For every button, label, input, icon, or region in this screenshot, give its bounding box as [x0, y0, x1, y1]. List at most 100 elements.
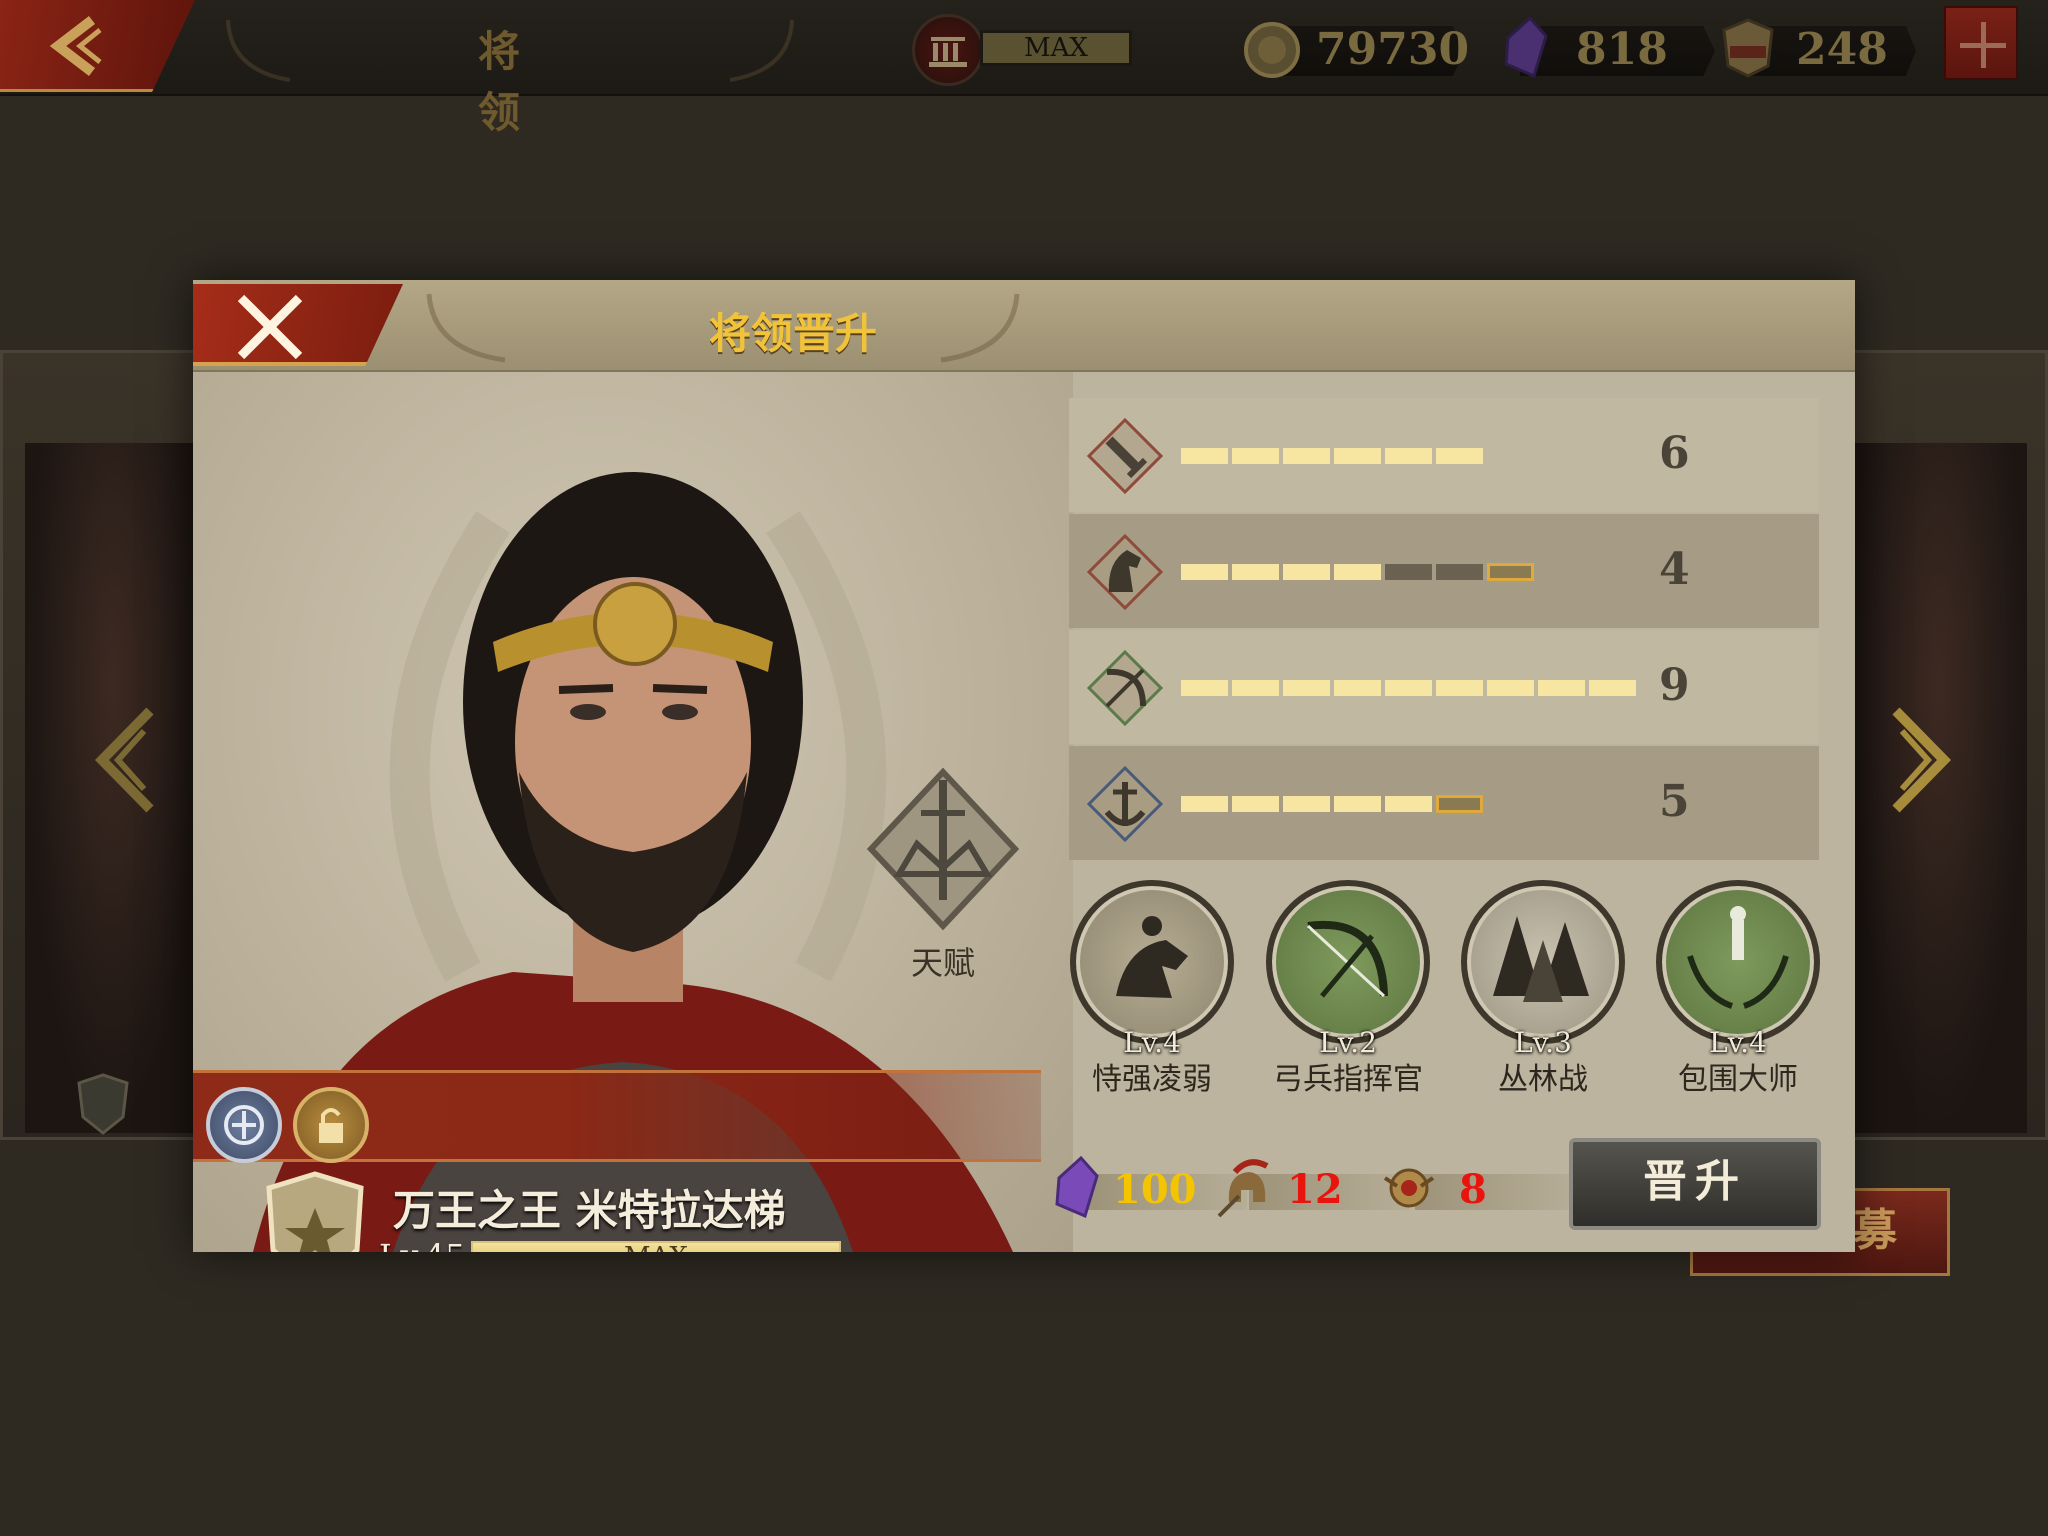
skill-name: 包围大师 [1678, 1062, 1798, 1097]
close-icon [237, 294, 303, 360]
cost-helmet: 12 [1213, 1159, 1409, 1220]
stat-segment [1385, 564, 1432, 580]
modal-header: 将领晋升 [193, 280, 1855, 372]
building-icon[interactable] [912, 14, 984, 86]
skill-name: 恃强凌弱 [1092, 1062, 1212, 1097]
skill-level: Lv.4 [1709, 1026, 1767, 1059]
cost-medal: 8 [1379, 1160, 1575, 1220]
gem-value: 818 [1576, 24, 1668, 75]
header-laurel-left-icon [426, 293, 506, 363]
back-button[interactable] [0, 0, 195, 92]
stat-segment [1385, 796, 1432, 812]
cost-gem: 100 [1051, 1156, 1247, 1220]
stat-segment [1538, 680, 1585, 696]
stat-row-cavalry: 4 [1069, 514, 1819, 628]
experience-bar: MAX [471, 1241, 841, 1252]
stat-value-navy: 5 [1659, 776, 1690, 827]
cavalry-charge-icon [1070, 880, 1234, 1044]
stat-segment [1385, 680, 1432, 696]
stat-row-archer: 9 [1069, 630, 1819, 744]
troop-stats-panel: 6 4 9 5 [1069, 398, 1819, 860]
stat-segment [1436, 680, 1483, 696]
cost-gem-value: 100 [1113, 1166, 1197, 1213]
talent-label: 天赋 [910, 944, 975, 982]
stat-value-cavalry: 4 [1659, 544, 1690, 595]
stat-segment [1283, 796, 1330, 812]
stat-segment [1283, 448, 1330, 464]
anchor-icon [1086, 765, 1164, 843]
stat-segment [1334, 564, 1381, 580]
sword-icon [1086, 417, 1164, 495]
skill-level: Lv.3 [1514, 1026, 1572, 1059]
hero-level: Lv.45 [379, 1237, 465, 1252]
hero-portrait-area: 天赋 万王之王 米特拉达梯 Lv.45 MAX [193, 372, 1073, 1252]
skill-name: 丛林战 [1498, 1062, 1588, 1097]
stat-row-infantry: 6 [1069, 398, 1819, 512]
stat-segment [1283, 680, 1330, 696]
top-bar: 将 领 MAX 79730 818 248 [0, 0, 2048, 137]
add-resource-button[interactable] [1944, 6, 2018, 80]
spqr-value: 248 [1796, 24, 1888, 75]
rank-shield-icon [266, 1171, 364, 1252]
stat-segment [1283, 564, 1330, 580]
laurel-left-icon [226, 19, 291, 82]
bow-icon [1086, 649, 1164, 727]
gold-counter[interactable]: 79730 [1240, 14, 1470, 84]
cost-medal-value: 8 [1459, 1166, 1487, 1213]
prev-arrow-icon[interactable] [88, 705, 158, 815]
formation-badge-icon[interactable] [206, 1087, 282, 1163]
stat-segment [1589, 680, 1636, 696]
spqr-emblem-icon [1722, 18, 1774, 78]
stat-row-navy: 5 [1069, 746, 1819, 860]
stat-value-archer: 9 [1659, 660, 1690, 711]
laurel-right-icon [729, 19, 794, 82]
cost-helmet-value: 12 [1287, 1166, 1343, 1213]
lock-icon[interactable] [293, 1087, 369, 1163]
experience-text: MAX [473, 1243, 839, 1252]
spqr-counter[interactable]: 248 [1716, 14, 1916, 84]
forest-icon [1461, 880, 1625, 1044]
promote-button[interactable]: 晋升 [1569, 1138, 1821, 1230]
stat-segment [1436, 448, 1483, 464]
next-arrow-icon[interactable] [1888, 705, 1958, 815]
purple-gem-icon [1055, 1156, 1099, 1219]
stat-value-infantry: 6 [1659, 428, 1690, 479]
skill-archer-commander[interactable]: Lv.2 弓兵指挥官 [1258, 880, 1438, 1098]
prev-hero-rank-icon [77, 1073, 129, 1135]
back-arrow-icon [49, 16, 102, 76]
gold-value: 79730 [1316, 24, 1470, 75]
stat-segment [1181, 448, 1228, 464]
stat-segment [1487, 680, 1534, 696]
page-title: 将 领 [477, 27, 542, 137]
stat-segment [1232, 564, 1279, 580]
skill-bully[interactable]: Lv.4 恃强凌弱 [1062, 880, 1242, 1098]
skill-jungle-warfare[interactable]: Lv.3 丛林战 [1453, 880, 1633, 1098]
stat-segment [1232, 680, 1279, 696]
hero-name: 万王之王 米特拉达梯 [393, 1186, 786, 1235]
modal-title: 将领晋升 [708, 309, 877, 358]
skill-siege-master[interactable]: Lv.4 包围大师 [1648, 880, 1828, 1098]
stat-segment [1385, 448, 1432, 464]
horse-icon [1086, 533, 1164, 611]
stat-segment [1232, 448, 1279, 464]
close-button[interactable] [193, 284, 403, 366]
gem-counter[interactable]: 818 [1500, 14, 1715, 84]
gold-coin-icon [1244, 22, 1300, 78]
stat-segment [1487, 563, 1534, 581]
stat-segment [1334, 680, 1381, 696]
stat-segment [1334, 796, 1381, 812]
skill-level: Lv.4 [1123, 1026, 1181, 1059]
archer-bow-icon [1266, 880, 1430, 1044]
capacity-bar: MAX [980, 30, 1132, 66]
stat-segment [1181, 564, 1228, 580]
skill-name: 弓兵指挥官 [1273, 1062, 1423, 1097]
spartan-helmet-icon [1217, 1159, 1269, 1218]
purple-gem-icon [1504, 16, 1548, 79]
stat-segment [1181, 796, 1228, 812]
promotion-modal: 将领晋升 天赋 万王之王 米特拉达梯 6 4 9 5 Lv.4 恃强凌弱 Lv.… [193, 280, 1855, 1252]
stat-segment [1436, 795, 1483, 813]
skill-level: Lv.2 [1319, 1026, 1377, 1059]
stat-segment [1232, 796, 1279, 812]
stat-segment [1334, 448, 1381, 464]
talent-icon[interactable] [863, 764, 1023, 934]
